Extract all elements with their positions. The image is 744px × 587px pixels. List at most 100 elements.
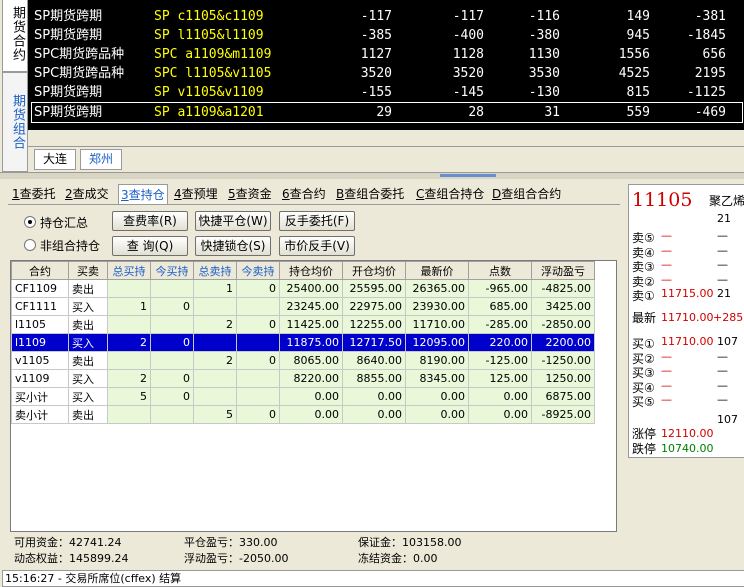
table-cell: 22975.00 (342, 297, 406, 316)
quote-name: SPC期货跨品种 (34, 66, 125, 81)
quote-row[interactable]: SPC期货跨品种 SPC a1109&m1109 1127 1128 1130 1556 6… (32, 45, 742, 64)
quote-value: -117 (452, 9, 484, 24)
panel-name: 聚乙烯 (709, 194, 744, 208)
table-cell: v1105 (11, 351, 69, 370)
table-row[interactable]: l1105 卖出 2 0 11425.00 12255.00 11710.00 -285.00… (11, 315, 595, 334)
bids-price: — (661, 364, 672, 377)
quote-row[interactable]: SPC期货跨品种 SPC l1105&v1105 3520 3520 3530 4525 2… (32, 64, 742, 83)
column-header[interactable]: 点数 (468, 261, 532, 280)
table-cell: -4825.00 (531, 279, 595, 298)
table-row[interactable]: CF1111 买入 1 0 23245.00 22975.00 23930.00 685.00… (11, 297, 595, 316)
market-reverse-button[interactable]: 市价反手(V) (279, 236, 355, 256)
table-cell: 8065.00 (279, 351, 343, 370)
quote-value: 28 (468, 105, 484, 120)
column-header[interactable]: 总卖持 (193, 261, 237, 280)
dynamic-equity: 动态权益：145899.24 (14, 552, 129, 565)
quote-name: SP期货跨期 (34, 28, 103, 43)
table-cell: 卖出 (68, 351, 108, 370)
tab-label: 查合约 (289, 187, 326, 201)
quote-value: 1130 (528, 47, 560, 62)
quote-code: SPC a1109&m1109 (154, 47, 272, 62)
column-header[interactable]: 开仓均价 (342, 261, 406, 280)
table-cell: -125.00 (468, 351, 532, 370)
table-cell: 买入 (68, 333, 108, 352)
table-row[interactable]: CF1109 卖出 1 0 25400.00 25595.00 26365.00 -965.0… (11, 279, 595, 298)
radio-dot-icon (24, 216, 36, 228)
tab-查持仓[interactable]: 3查持仓 (118, 184, 168, 205)
quote-row[interactable]: SP期货跨期 SP a1109&a1201 29 28 31 559 -469 (31, 102, 743, 123)
limit-up: 12110.00 (661, 427, 714, 440)
query-button[interactable]: 查 询(Q) (112, 236, 188, 256)
column-header[interactable]: 今卖持 (236, 261, 280, 280)
radio-label: 持仓汇总 (40, 216, 89, 230)
tab-hotkey: 1 (12, 187, 20, 201)
table-cell: 8190.00 (405, 351, 469, 370)
table-row[interactable]: v1109 买入 2 0 8220.00 8855.00 8345.00 125.00 1250… (11, 369, 595, 388)
column-header[interactable]: 今买持 (150, 261, 194, 280)
quote-row[interactable]: SP期货跨期 SP v1105&v1109 -155 -145 -130 815 -1125 (32, 83, 742, 102)
fee-button[interactable]: 查费率(R) (112, 211, 188, 231)
table-row[interactable]: v1105 卖出 2 0 8065.00 8640.00 8190.00 -125.00 -12… (11, 351, 595, 370)
column-header[interactable]: 浮动盈亏 (531, 261, 595, 280)
radio-position-summary[interactable]: 持仓汇总 (24, 214, 88, 231)
bids-label: 买⑤ (632, 395, 655, 409)
table-cell: 23930.00 (405, 297, 469, 316)
tab-查合约[interactable]: 6查合约 (280, 184, 328, 204)
table-cell: 23245.00 (279, 297, 343, 316)
tab-查组合合约[interactable]: D查组合合约 (490, 184, 563, 204)
table-cell: 25400.00 (279, 279, 343, 298)
tab-查资金[interactable]: 5查资金 (226, 184, 274, 204)
column-header[interactable]: 合约 (11, 261, 69, 280)
tab-查组合持仓[interactable]: C查组合持仓 (414, 184, 486, 204)
table-cell: 11710.00 (405, 315, 469, 334)
quote-code: SP l1105&l1109 (154, 28, 264, 43)
table-cell: 12717.50 (342, 333, 406, 352)
splitter-grip[interactable] (440, 174, 496, 177)
quote-row[interactable]: SP期货跨期 SP l1105&l1109 -385 -400 -380 945 -1845 (32, 26, 742, 45)
quote-value: -155 (360, 85, 392, 100)
quote-row[interactable]: SP期货跨期 SP c1105&c1109 -117 -117 -116 149 -381 (32, 7, 742, 26)
radio-non-combo-position[interactable]: 非组合持仓 (24, 237, 100, 254)
table-cell: 12095.00 (405, 333, 469, 352)
radio-label: 非组合持仓 (40, 239, 101, 253)
quote-value: 3520 (452, 66, 484, 81)
quote-panel: 11105 聚乙烯 21 卖⑤ — — 卖④ — — 卖③ — — 卖② — — 卖① 11715.00 2… (628, 184, 744, 458)
tab-hotkey: D (492, 187, 502, 201)
table-cell: 0 (236, 405, 280, 424)
last-label: 最新 (632, 311, 657, 325)
frozen-funds: 冻结资金：0.00 (358, 552, 438, 565)
table-row[interactable]: 买小计 买入 5 0 0.00 0.00 0.00 0.00 6875.00 (11, 387, 595, 406)
tab-label: 查成交 (72, 187, 109, 201)
column-header[interactable]: 最新价 (405, 261, 469, 280)
tab-label: 查组合合约 (501, 187, 562, 201)
quote-code: SP v1105&v1109 (154, 85, 264, 100)
margin: 保证金：103158.00 (358, 536, 462, 549)
exchange-tab-zhengzhou[interactable]: 郑州 (80, 149, 123, 170)
table-row[interactable]: 卖小计 卖出 5 0 0.00 0.00 0.00 0.00 -8925.00 (11, 405, 595, 424)
tab-查成交[interactable]: 2查成交 (63, 184, 111, 204)
table-cell: 0 (150, 369, 194, 388)
reverse-order-button[interactable]: 反手委托(F) (279, 211, 355, 231)
tab-查预埋[interactable]: 4查预埋 (172, 184, 220, 204)
tab-查组合委托[interactable]: B查组合委托 (334, 184, 406, 204)
last-change: +285. (713, 311, 744, 324)
exchange-tab-dalian[interactable]: 大连 (34, 149, 77, 170)
vtab-futures-combo[interactable]: 期货组合 (2, 72, 28, 172)
quick-lock-button[interactable]: 快捷锁仓(S) (195, 236, 271, 256)
table-cell (150, 279, 194, 298)
column-header[interactable]: 持仓均价 (279, 261, 343, 280)
column-header[interactable]: 买卖 (68, 261, 108, 280)
tab-查委托[interactable]: 1查委托 (10, 184, 58, 204)
table-cell: 买小计 (11, 387, 69, 406)
table-cell: 12255.00 (342, 315, 406, 334)
vtab-futures-contract[interactable]: 期货合约 (2, 0, 28, 72)
asks-price: — (661, 258, 672, 271)
tab-hotkey: 6 (282, 187, 290, 201)
quote-value: -130 (528, 85, 560, 100)
table-cell: 2200.00 (531, 333, 595, 352)
table-row[interactable]: l1109 买入 2 0 11875.00 12717.50 12095.00 220.00 2… (11, 333, 595, 352)
quick-close-button[interactable]: 快捷平仓(W) (195, 211, 271, 231)
column-header[interactable]: 总买持 (107, 261, 151, 280)
asks-vol: 21 (717, 287, 731, 300)
table-cell: CF1109 (11, 279, 69, 298)
